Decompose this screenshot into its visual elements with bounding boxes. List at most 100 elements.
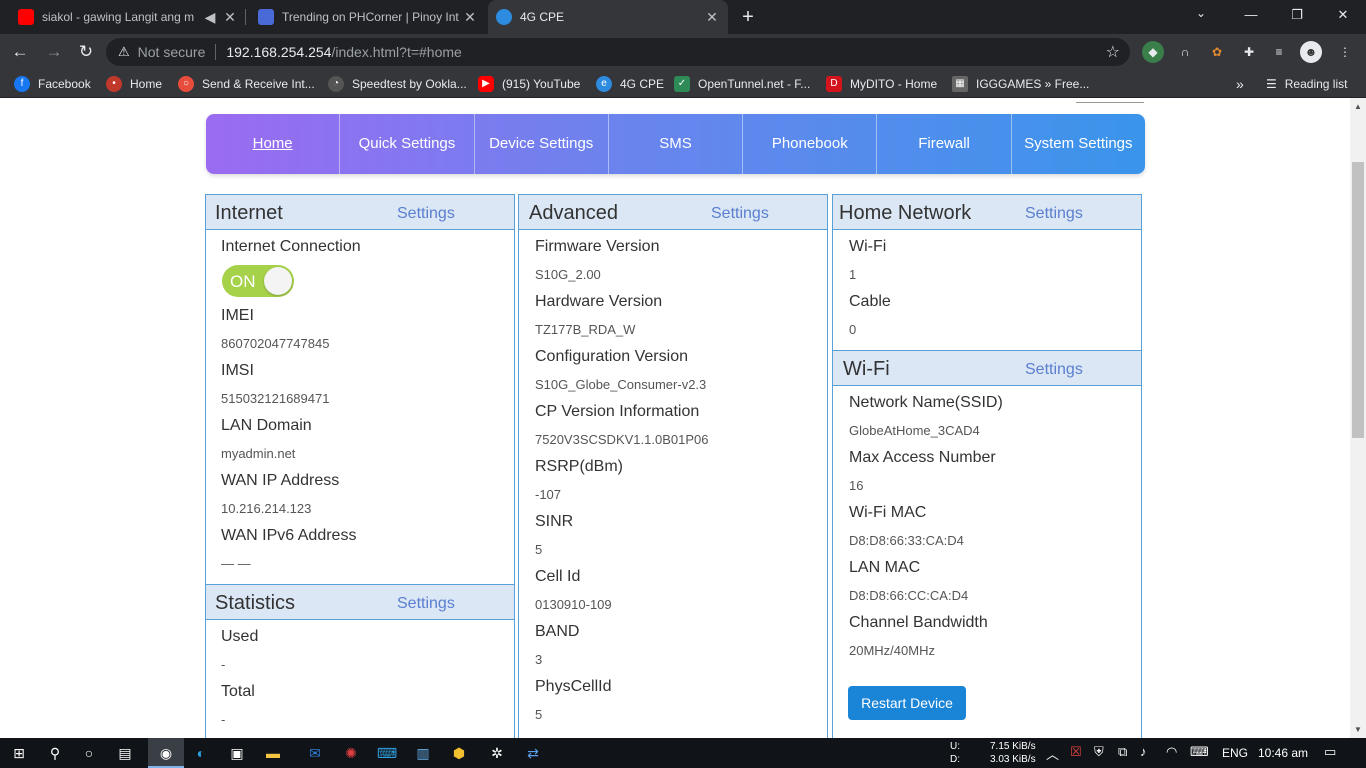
clock[interactable]: 10:46 am — [1258, 746, 1308, 760]
media-control-icon[interactable]: ≡ — [1268, 41, 1290, 63]
tray-device-icon[interactable]: ⧉ — [1118, 744, 1127, 760]
bookmark-star-icon[interactable]: ☆ — [1106, 42, 1120, 62]
advanced-panel: Advanced Settings Firmware Version S10G_… — [518, 194, 828, 738]
reload-icon[interactable]: ↻ — [74, 40, 98, 64]
game-icon[interactable]: ⬢ — [448, 742, 470, 764]
address-bar[interactable]: ⚠ Not secure 192.168.254.254 /index.html… — [106, 38, 1130, 66]
field-label: WAN IP Address — [221, 472, 340, 489]
lan-domain-value: myadmin.net — [221, 446, 296, 461]
wan-ipv6-value: — — — [221, 556, 251, 571]
reading-list-label: Reading list — [1284, 77, 1348, 91]
store-icon[interactable]: ▣ — [226, 742, 248, 764]
new-tab-button[interactable]: + — [738, 6, 758, 28]
puzzle-icon[interactable]: ✚ — [1238, 41, 1260, 63]
back-icon[interactable]: ← — [8, 40, 32, 64]
menu-icon[interactable]: ⋮ — [1334, 41, 1356, 63]
bookmark-send-receive[interactable]: ○ Send & Receive Int... — [178, 75, 315, 93]
bookmark-youtube[interactable]: ▶ (915) YouTube — [478, 75, 580, 93]
chrome-taskbar-icon[interactable]: ◉ — [148, 738, 184, 768]
nav-device-settings[interactable]: Device Settings — [475, 114, 609, 174]
browser-tab-phcorner[interactable]: Trending on PHCorner | Pinoy Int ✕ — [250, 0, 486, 34]
restore-icon[interactable]: ❐ — [1274, 0, 1320, 30]
home-network-settings-link[interactable]: Settings — [1025, 205, 1083, 223]
bookmark-opentunnel[interactable]: ✓ OpenTunnel.net - F... — [674, 75, 810, 93]
profile-avatar[interactable]: ☻ — [1300, 41, 1322, 63]
search-icon[interactable]: ⚲ — [44, 742, 66, 764]
windows-start-icon[interactable]: ⊞ — [8, 742, 30, 764]
bookmark-igggames[interactable]: ▦ IGGGAMES » Free... — [952, 75, 1089, 93]
keyboard-icon[interactable]: ⌨ — [376, 742, 398, 764]
field-label: WAN IPv6 Address — [221, 527, 357, 544]
security-status[interactable]: Not secure — [138, 44, 206, 60]
tools-icon[interactable]: ✲ — [486, 742, 508, 764]
app-icon[interactable]: ✺ — [340, 742, 362, 764]
cortana-icon[interactable]: ○ — [78, 742, 100, 764]
tab-close-icon[interactable]: ✕ — [222, 9, 238, 26]
imei-value: 860702047747845 — [221, 336, 330, 351]
tab-close-icon[interactable]: ✕ — [462, 9, 478, 26]
net-up-value: 7.15 KiB/s — [990, 741, 1036, 752]
minimize-icon[interactable]: — — [1228, 0, 1274, 30]
wifi-clients-value: 1 — [849, 267, 857, 282]
tray-expand-icon[interactable]: ︿ — [1046, 744, 1059, 763]
url-path[interactable]: /index.html?t=#home — [331, 44, 461, 60]
nav-home[interactable]: Home — [206, 114, 341, 174]
bookmarks-overflow-button[interactable]: » — [1236, 75, 1244, 93]
nav-quick-settings[interactable]: Quick Settings — [340, 114, 475, 174]
headphones-icon[interactable]: ∩ — [1174, 41, 1196, 63]
edge-icon[interactable]: ◐ — [190, 742, 212, 764]
bookmark-mydito[interactable]: D MyDITO - Home — [826, 75, 937, 93]
speaker-icon[interactable]: ◀ — [202, 9, 218, 26]
close-window-icon[interactable]: ✕ — [1320, 0, 1366, 30]
internet-connection-toggle[interactable]: ON — [222, 265, 294, 297]
task-view-icon[interactable]: ▤ — [114, 742, 136, 764]
language-indicator[interactable]: ENG — [1222, 746, 1248, 760]
cookie-icon[interactable]: ✿ — [1206, 41, 1228, 63]
field-label: Total — [221, 683, 255, 700]
volume-icon[interactable]: ♪ — [1140, 744, 1147, 759]
scroll-down-icon[interactable]: ▼ — [1354, 725, 1362, 734]
nav-system-settings[interactable]: System Settings — [1012, 114, 1145, 174]
nav-phonebook[interactable]: Phonebook — [743, 114, 878, 174]
scrollbar-thumb[interactable] — [1352, 162, 1364, 438]
keyboard-layout-icon[interactable]: ⌨ — [1190, 744, 1209, 760]
wifi-settings-link[interactable]: Settings — [1025, 361, 1083, 379]
tray-app-icon[interactable]: ☒ — [1070, 744, 1082, 760]
tab-search-icon[interactable]: ⌄ — [1196, 6, 1216, 20]
warning-icon[interactable]: ⚠ — [118, 44, 130, 60]
page-scrollbar[interactable]: ▲ ▼ — [1350, 98, 1366, 738]
field-label: Cable — [849, 293, 891, 310]
network-app-icon[interactable]: ⇄ — [522, 742, 544, 764]
bookmark-home[interactable]: • Home — [106, 75, 162, 93]
restart-device-button[interactable]: Restart Device — [848, 686, 966, 720]
reading-list-button[interactable]: ☰ Reading list — [1266, 75, 1347, 93]
bookmark-label: (915) YouTube — [502, 77, 581, 91]
file-explorer-icon[interactable]: ▬ — [262, 742, 284, 764]
forward-icon[interactable]: → — [42, 40, 66, 64]
imsi-value: 515032121689471 — [221, 391, 330, 406]
bookmark-4g-cpe[interactable]: e 4G CPE — [596, 75, 664, 93]
tab-close-icon[interactable]: ✕ — [704, 9, 720, 26]
nav-sms[interactable]: SMS — [609, 114, 744, 174]
nav-firewall[interactable]: Firewall — [877, 114, 1012, 174]
mail-icon[interactable]: ✉ — [304, 742, 326, 764]
internet-settings-link[interactable]: Settings — [397, 205, 455, 223]
advanced-settings-link[interactable]: Settings — [711, 205, 769, 223]
wifi-signal-icon[interactable]: ◠ — [1166, 744, 1177, 760]
field-label: Internet Connection — [221, 238, 361, 255]
field-label: IMSI — [221, 362, 254, 379]
extension-icon[interactable]: ◆ — [1142, 41, 1164, 63]
url-host[interactable]: 192.168.254.254 — [226, 44, 331, 60]
notifications-icon[interactable]: ▭ — [1324, 744, 1336, 760]
browser-tab-youtube[interactable]: siakol - gawing Langit ang m ◀ ✕ — [10, 0, 246, 34]
security-shield-icon[interactable]: ⛨ — [1094, 744, 1104, 760]
bookmark-facebook[interactable]: f Facebook — [14, 75, 91, 93]
statistics-settings-link[interactable]: Settings — [397, 595, 455, 613]
document-icon[interactable]: ▥ — [412, 742, 434, 764]
tab-strip: siakol - gawing Langit ang m ◀ ✕ Trendin… — [0, 0, 1366, 34]
scroll-up-icon[interactable]: ▲ — [1354, 102, 1362, 111]
browser-tab-4g-cpe[interactable]: 4G CPE ✕ — [488, 0, 728, 34]
field-label: RSRP(dBm) — [535, 458, 624, 475]
bookmark-speedtest[interactable]: ◔ Speedtest by Ookla... — [328, 75, 467, 93]
used-value: - — [221, 657, 226, 672]
